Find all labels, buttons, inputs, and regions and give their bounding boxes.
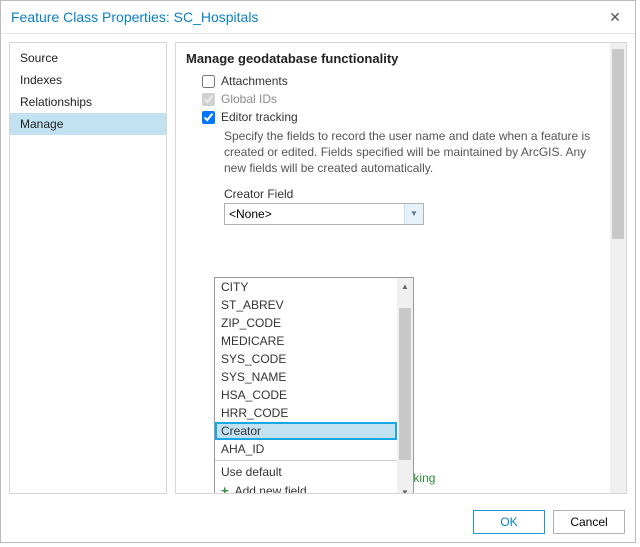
plus-icon: +	[221, 483, 229, 493]
attachments-row: Attachments	[202, 74, 604, 88]
creator-field-block: Creator Field ▼	[224, 187, 604, 225]
dropdown-item-hrr-code[interactable]: HRR_CODE	[215, 404, 397, 422]
close-icon[interactable]: ✕	[603, 9, 627, 26]
dropdown-item-zip-code[interactable]: ZIP_CODE	[215, 314, 397, 332]
dialog-title: Feature Class Properties: SC_Hospitals	[11, 9, 258, 25]
editortracking-row: Editor tracking	[202, 110, 604, 124]
editortracking-label: Editor tracking	[221, 110, 298, 124]
dropdown-item-st-abrev[interactable]: ST_ABREV	[215, 296, 397, 314]
dropdown-item-use-default[interactable]: Use default	[215, 463, 397, 481]
creator-field-dropdown-list: CITY ST_ABREV ZIP_CODE MEDICARE SYS_CODE…	[214, 277, 414, 493]
ok-button[interactable]: OK	[473, 510, 545, 534]
section-heading: Manage geodatabase functionality	[186, 51, 604, 66]
creator-field-combo[interactable]: ▼	[224, 203, 424, 225]
dropdown-item-creator[interactable]: Creator	[215, 422, 397, 440]
creator-field-label: Creator Field	[224, 187, 604, 201]
editortracking-checkbox[interactable]	[202, 111, 215, 124]
dropdown-item-city[interactable]: CITY	[215, 278, 397, 296]
dialog-body: Source Indexes Relationships Manage Mana…	[1, 34, 635, 502]
content-scrollbar[interactable]	[610, 43, 626, 493]
sidebar-item-indexes[interactable]: Indexes	[10, 69, 166, 91]
dropdown-item-sys-code[interactable]: SYS_CODE	[215, 350, 397, 368]
dropdown-separator	[215, 460, 397, 461]
sidebar-item-source[interactable]: Source	[10, 47, 166, 69]
content-wrap: Manage geodatabase functionality Attachm…	[175, 42, 627, 494]
sidebar-item-relationships[interactable]: Relationships	[10, 91, 166, 113]
editortracking-description: Specify the fields to record the user na…	[224, 128, 604, 177]
content-scroll-thumb[interactable]	[612, 49, 624, 239]
dialog-feature-class-properties: Feature Class Properties: SC_Hospitals ✕…	[0, 0, 636, 543]
sidebar: Source Indexes Relationships Manage	[9, 42, 167, 494]
dropdown-scrollbar[interactable]: ▲ ▼	[397, 278, 413, 493]
dropdown-item-medicare[interactable]: MEDICARE	[215, 332, 397, 350]
chevron-down-icon: ▼	[410, 209, 418, 218]
attachments-label: Attachments	[221, 74, 288, 88]
cancel-button[interactable]: Cancel	[553, 510, 625, 534]
globalids-checkbox	[202, 93, 215, 106]
sidebar-item-manage[interactable]: Manage	[10, 113, 166, 135]
globalids-label: Global IDs	[221, 92, 277, 106]
content-panel: Manage geodatabase functionality Attachm…	[176, 43, 610, 493]
dropdown-scroll-thumb[interactable]	[399, 308, 411, 460]
creator-field-input[interactable]	[225, 204, 404, 224]
dropdown-list-inner: CITY ST_ABREV ZIP_CODE MEDICARE SYS_CODE…	[215, 278, 397, 493]
dropdown-item-aha-id[interactable]: AHA_ID	[215, 440, 397, 458]
scroll-up-icon[interactable]: ▲	[397, 278, 413, 294]
add-new-field-label: Add new field	[235, 484, 307, 494]
dropdown-item-sys-name[interactable]: SYS_NAME	[215, 368, 397, 386]
dropdown-item-add-new-field[interactable]: + Add new field	[215, 481, 397, 493]
titlebar: Feature Class Properties: SC_Hospitals ✕	[1, 1, 635, 34]
attachments-checkbox[interactable]	[202, 75, 215, 88]
globalids-row: Global IDs	[202, 92, 604, 106]
creator-field-dropdown-button[interactable]: ▼	[404, 204, 423, 224]
dialog-footer: OK Cancel	[1, 502, 635, 542]
scroll-down-icon[interactable]: ▼	[397, 484, 413, 493]
dropdown-item-hsa-code[interactable]: HSA_CODE	[215, 386, 397, 404]
